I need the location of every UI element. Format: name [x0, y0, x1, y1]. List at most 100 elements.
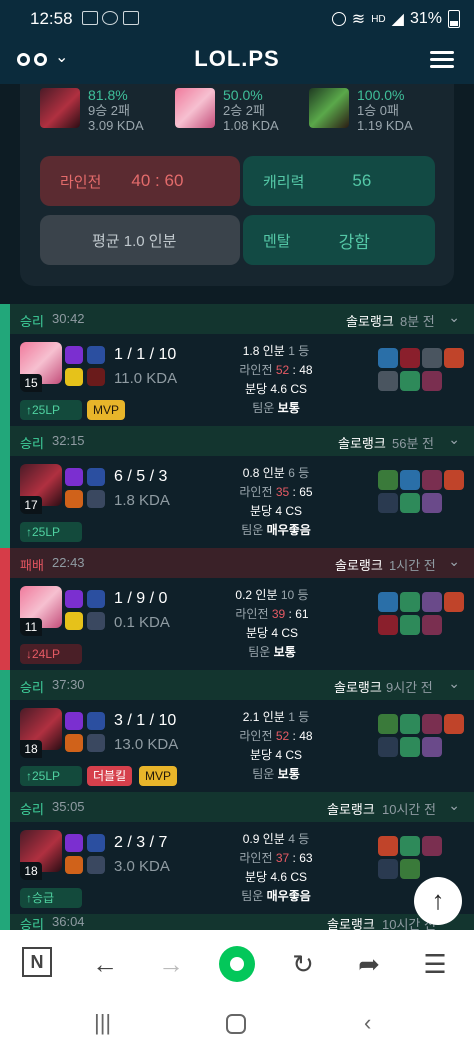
- luck-label: 팀운: [252, 767, 275, 781]
- kda-score: 2 / 3 / 7: [114, 834, 168, 851]
- match-header: 패배 22:43 솔로랭크 1시간 전 ⌄: [0, 548, 474, 578]
- time-ago: 8분 전: [400, 314, 435, 329]
- rune-icon: [65, 712, 83, 730]
- item-icon: [422, 348, 442, 368]
- flash-icon: [87, 834, 105, 852]
- kda-score: 3 / 1 / 10: [114, 712, 177, 729]
- lane-b: 63: [299, 851, 313, 865]
- lane-label: 라인전: [239, 363, 273, 377]
- forward-arrow-icon[interactable]: →: [154, 947, 188, 981]
- match-stats: 0.2 인분 10 등 라인전 39 : 61 분당 4 CS 팀운 보통: [192, 586, 352, 662]
- luck-label: 팀운: [252, 401, 275, 415]
- share-icon[interactable]: ➦: [352, 947, 386, 981]
- champion-winrate: 100.0%: [357, 87, 405, 103]
- queue-type: 솔로랭크: [335, 558, 383, 573]
- chevron-down-icon[interactable]: ⌄: [448, 675, 460, 692]
- chevron-down-icon[interactable]: ⌄: [448, 431, 460, 448]
- lane-label: 라인전: [239, 485, 273, 499]
- champion-portrait: [40, 88, 80, 128]
- home-icon[interactable]: [226, 1014, 246, 1034]
- back-arrow-icon[interactable]: ←: [88, 947, 122, 981]
- alarm-icon: [331, 12, 346, 26]
- item-icon: [422, 836, 442, 856]
- lane-label: 라인전: [239, 729, 273, 743]
- item-icon: [444, 592, 464, 612]
- item-icon: [378, 836, 398, 856]
- result-bar: [0, 792, 10, 914]
- kda-ratio: 1.8 KDA: [114, 492, 170, 509]
- item-icon: [400, 592, 420, 612]
- item-icon: [444, 470, 464, 490]
- rune-icon: [65, 590, 83, 608]
- champion-level: 18: [20, 740, 42, 758]
- flash-icon: [87, 468, 105, 486]
- match-card[interactable]: 승리 35:05 솔로랭크 10시간 전 ⌄ 18 2 / 3 / 7 3.0 …: [0, 792, 474, 914]
- gallery-icon: [82, 11, 98, 25]
- refresh-icon[interactable]: ↻: [286, 947, 320, 981]
- browser-menu-icon[interactable]: ☰: [418, 947, 452, 981]
- item-icon: [378, 371, 398, 391]
- chevron-down-icon[interactable]: ⌄: [448, 553, 460, 570]
- item-icon: [400, 371, 420, 391]
- back-icon[interactable]: ‹: [364, 1010, 371, 1036]
- match-card[interactable]: 승리 36:04 솔로랭크 10시간 전: [0, 914, 474, 930]
- item-icon: [422, 737, 442, 757]
- lane-a: 37: [275, 851, 290, 865]
- match-card[interactable]: 패배 22:43 솔로랭크 1시간 전 ⌄ 11 1 / 9 / 0 0.1 K…: [0, 548, 474, 670]
- item-icon: [378, 714, 398, 734]
- champion-kda: 3.09 KDA: [88, 118, 144, 133]
- champion-winrate: 81.8%: [88, 87, 128, 103]
- team-luck: 보통: [277, 401, 300, 415]
- app-logo[interactable]: LOL.PS: [0, 46, 474, 72]
- chevron-down-icon[interactable]: ⌄: [448, 797, 460, 814]
- naver-home-icon[interactable]: N: [22, 947, 52, 977]
- match-card[interactable]: 승리 32:15 솔로랭크 56분 전 ⌄ 17 6 / 5 / 3 1.8 K…: [0, 426, 474, 548]
- queue-type: 솔로랭크: [327, 802, 375, 817]
- carry-value: 56: [352, 171, 372, 190]
- recent-apps-icon[interactable]: |||: [94, 1010, 111, 1036]
- match-duration: 22:43: [52, 555, 85, 570]
- cs-per-min: 분당 4 CS: [249, 748, 303, 762]
- volte-icon: HD: [371, 13, 386, 25]
- flash-icon: [87, 590, 105, 608]
- rune-icon: [87, 856, 105, 874]
- rank: 4 등: [288, 832, 310, 846]
- menu-icon[interactable]: [430, 50, 454, 70]
- lane-b: 48: [299, 729, 313, 743]
- flash-icon: [87, 712, 105, 730]
- lane-a: 52: [275, 363, 290, 377]
- avg-box: 평균 1.0 인분: [40, 215, 240, 265]
- rune-icon: [65, 346, 83, 364]
- dot-icon: [230, 957, 244, 971]
- chevron-down-icon[interactable]: ⌄: [448, 309, 460, 326]
- match-card[interactable]: 승리 37:30 솔로랭크 9시간 전 ⌄ 18 3 / 1 / 10 13.0…: [0, 670, 474, 792]
- laning-label: 라인전: [60, 173, 102, 191]
- match-stats: 1.8 인분 1 등 라인전 52 : 48 분당 4.6 CS 팀운 보통: [196, 342, 356, 418]
- item-icon: [422, 493, 442, 513]
- browser-toolbar: N ← → ↻ ➦ ☰: [0, 930, 474, 998]
- laning-value: 40 : 60: [131, 171, 184, 190]
- match-duration: 37:30: [52, 677, 85, 692]
- champion-stat: 50.0% 2승 2패 1.08 KDA: [175, 88, 279, 133]
- team-luck: 매우좋음: [266, 523, 311, 537]
- scroll-to-top-button[interactable]: ↑: [414, 877, 462, 925]
- match-header: 승리 30:42 솔로랭크 8분 전 ⌄: [0, 304, 474, 334]
- luck-label: 팀운: [241, 889, 264, 903]
- match-card[interactable]: 승리 30:42 솔로랭크 8분 전 ⌄ 15 1 / 1 / 10 11.0 …: [0, 304, 474, 426]
- lane-label: 라인전: [239, 851, 273, 865]
- match-stats: 0.9 인분 4 등 라인전 37 : 63 분당 4.6 CS 팀운 매우좋음: [196, 830, 356, 906]
- kda-ratio: 0.1 KDA: [114, 614, 170, 631]
- green-dot-button[interactable]: [219, 946, 255, 982]
- app-header: ⌄ LOL.PS: [0, 38, 474, 84]
- lp-change: ↑25LP: [20, 766, 82, 786]
- rank: 10 등: [280, 588, 309, 602]
- team-luck: 보통: [277, 767, 300, 781]
- item-icon: [400, 348, 420, 368]
- rune-icon: [65, 468, 83, 486]
- match-body: 17 6 / 5 / 3 1.8 KDA ↑25LP 0.8 인분 6 등 라인…: [0, 456, 474, 548]
- rune-icon: [65, 734, 83, 752]
- kda-ratio: 11.0 KDA: [114, 370, 178, 387]
- contribution: 0.8 인분: [242, 466, 285, 480]
- kda-score: 1 / 1 / 10: [114, 346, 177, 363]
- champion-level: 15: [20, 374, 42, 392]
